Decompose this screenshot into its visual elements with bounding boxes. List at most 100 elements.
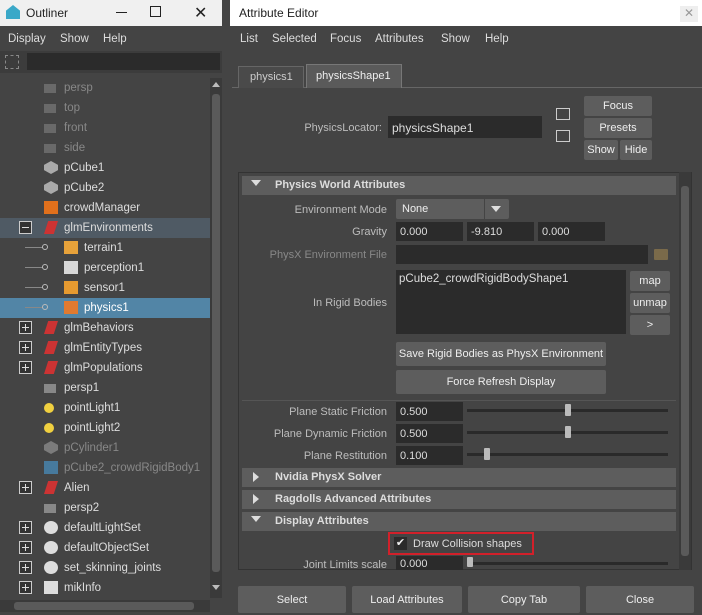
- search-input[interactable]: [27, 53, 220, 70]
- horizontal-scrollbar[interactable]: [0, 600, 210, 612]
- folder-icon[interactable]: [654, 249, 668, 260]
- static-friction-knob[interactable]: [564, 404, 571, 416]
- outliner-item-terrain1[interactable]: terrain1: [0, 238, 210, 258]
- attr-scroll-thumb[interactable]: [681, 186, 689, 556]
- restitution-field[interactable]: 0.100: [396, 446, 463, 465]
- outliner-item-persp2[interactable]: persp2: [0, 498, 210, 518]
- dynamic-friction-field[interactable]: 0.500: [396, 424, 463, 443]
- outliner-item-defaultLightSet[interactable]: defaultLightSet: [0, 518, 210, 538]
- outliner-item-pCube2[interactable]: pCube2: [0, 178, 210, 198]
- menu-show[interactable]: Show: [60, 33, 89, 45]
- hide-button[interactable]: Hide: [620, 140, 652, 160]
- menu-show[interactable]: Show: [441, 33, 470, 45]
- load-node-icon[interactable]: [556, 130, 570, 142]
- outliner-item-glmEnvironments[interactable]: glmEnvironments: [0, 218, 210, 238]
- tab-physicsShape1[interactable]: physicsShape1: [306, 64, 402, 88]
- outliner-item-glmPopulations[interactable]: glmPopulations: [0, 358, 210, 378]
- joint-limits-knob[interactable]: [467, 557, 473, 567]
- expand-icon[interactable]: [19, 321, 32, 334]
- move-right-button[interactable]: >: [630, 315, 670, 335]
- unmap-button[interactable]: unmap: [630, 293, 670, 313]
- draw-collision-checkbox[interactable]: ✔: [394, 537, 407, 550]
- outliner-item-perception1[interactable]: perception1: [0, 258, 210, 278]
- section-physics-world[interactable]: Physics World Attributes: [242, 176, 676, 195]
- env-mode-dropdown[interactable]: None: [396, 199, 509, 219]
- tab-bar: physics1 physicsShape1: [232, 64, 702, 88]
- static-friction-field[interactable]: 0.500: [396, 402, 463, 421]
- outliner-item-pCube2_crowdRigidBody1[interactable]: pCube2_crowdRigidBody1: [0, 458, 210, 478]
- menu-list[interactable]: List: [240, 33, 258, 45]
- copy-tab-button[interactable]: Copy Tab: [468, 586, 580, 613]
- outliner-item-Alien[interactable]: Alien: [0, 478, 210, 498]
- filter-icon[interactable]: [5, 55, 19, 69]
- restitution-slider[interactable]: [467, 453, 668, 456]
- save-rigid-bodies-button[interactable]: Save Rigid Bodies as PhysX Environment: [396, 342, 606, 366]
- outliner-item-glmBehaviors[interactable]: glmBehaviors: [0, 318, 210, 338]
- locator-field[interactable]: physicsShape1: [388, 116, 542, 138]
- close-window-button[interactable]: Close: [586, 586, 694, 613]
- joint-limits-slider[interactable]: [467, 562, 668, 565]
- gravity-x-field[interactable]: 0.000: [396, 222, 463, 241]
- expand-icon[interactable]: [19, 521, 32, 534]
- outliner-item-set_skinning_joints[interactable]: set_skinning_joints: [0, 558, 210, 578]
- restitution-knob[interactable]: [484, 448, 491, 460]
- scrollbar-thumb[interactable]: [212, 94, 220, 572]
- scroll-up-icon[interactable]: [212, 82, 220, 87]
- close-button[interactable]: ✕: [194, 3, 207, 23]
- outliner-item-sensor1[interactable]: sensor1: [0, 278, 210, 298]
- expand-icon[interactable]: [19, 361, 32, 374]
- outliner-item-pCylinder1[interactable]: pCylinder1: [0, 438, 210, 458]
- outliner-item-defaultObjectSet[interactable]: defaultObjectSet: [0, 538, 210, 558]
- outliner-item-pCube1[interactable]: pCube1: [0, 158, 210, 178]
- gravity-z-field[interactable]: 0.000: [538, 222, 605, 241]
- expand-icon[interactable]: [19, 581, 32, 594]
- menu-help[interactable]: Help: [103, 33, 127, 45]
- menu-help[interactable]: Help: [485, 33, 509, 45]
- outliner-item-mikInfo[interactable]: mikInfo: [0, 578, 210, 598]
- outliner-item-glmEntityTypes[interactable]: glmEntityTypes: [0, 338, 210, 358]
- tab-physics1[interactable]: physics1: [238, 66, 304, 88]
- force-refresh-button[interactable]: Force Refresh Display: [396, 370, 606, 394]
- outliner-item-top[interactable]: top: [0, 98, 210, 118]
- outliner-item-persp1[interactable]: persp1: [0, 378, 210, 398]
- expand-icon[interactable]: [19, 541, 32, 554]
- section-ragdolls[interactable]: Ragdolls Advanced Attributes: [242, 490, 676, 509]
- collapse-icon[interactable]: [19, 221, 32, 234]
- select-button[interactable]: Select: [238, 586, 346, 613]
- attr-close-button[interactable]: ✕: [680, 6, 698, 22]
- gravity-y-field[interactable]: -9.810: [467, 222, 534, 241]
- dynamic-friction-knob[interactable]: [564, 426, 571, 438]
- outliner-item-pointLight2[interactable]: pointLight2: [0, 418, 210, 438]
- hscroll-thumb[interactable]: [14, 602, 194, 610]
- outliner-item-persp[interactable]: persp: [0, 78, 210, 98]
- rigid-body-item[interactable]: pCube2_crowdRigidBodyShape1: [399, 273, 568, 285]
- menu-display[interactable]: Display: [8, 33, 46, 45]
- minimize-button[interactable]: [116, 12, 127, 13]
- outliner-item-pointLight1[interactable]: pointLight1: [0, 398, 210, 418]
- section-physx-solver[interactable]: Nvidia PhysX Solver: [242, 468, 676, 487]
- outliner-item-front[interactable]: front: [0, 118, 210, 138]
- joint-limits-field[interactable]: 0.000: [396, 556, 463, 570]
- section-display[interactable]: Display Attributes: [242, 512, 676, 531]
- load-attributes-button[interactable]: Load Attributes: [352, 586, 462, 613]
- menu-attributes[interactable]: Attributes: [375, 33, 424, 45]
- select-node-icon[interactable]: [556, 108, 570, 120]
- outliner-item-side[interactable]: side: [0, 138, 210, 158]
- expand-icon[interactable]: [19, 341, 32, 354]
- map-button[interactable]: map: [630, 271, 670, 291]
- menu-selected[interactable]: Selected: [272, 33, 317, 45]
- outliner-scrollbar[interactable]: [210, 78, 222, 598]
- maximize-button[interactable]: [150, 6, 161, 17]
- menu-focus[interactable]: Focus: [330, 33, 361, 45]
- presets-button[interactable]: Presets: [584, 118, 652, 138]
- expand-icon[interactable]: [19, 561, 32, 574]
- attr-scrollbar[interactable]: [679, 172, 691, 570]
- rigid-bodies-list[interactable]: pCube2_crowdRigidBodyShape1: [396, 270, 626, 334]
- outliner-item-crowdManager[interactable]: crowdManager: [0, 198, 210, 218]
- show-button[interactable]: Show: [584, 140, 618, 160]
- expand-icon[interactable]: [19, 481, 32, 494]
- physx-file-field[interactable]: [396, 245, 648, 264]
- focus-button[interactable]: Focus: [584, 96, 652, 116]
- scroll-down-icon[interactable]: [212, 585, 220, 590]
- outliner-item-physics1[interactable]: physics1: [0, 298, 210, 318]
